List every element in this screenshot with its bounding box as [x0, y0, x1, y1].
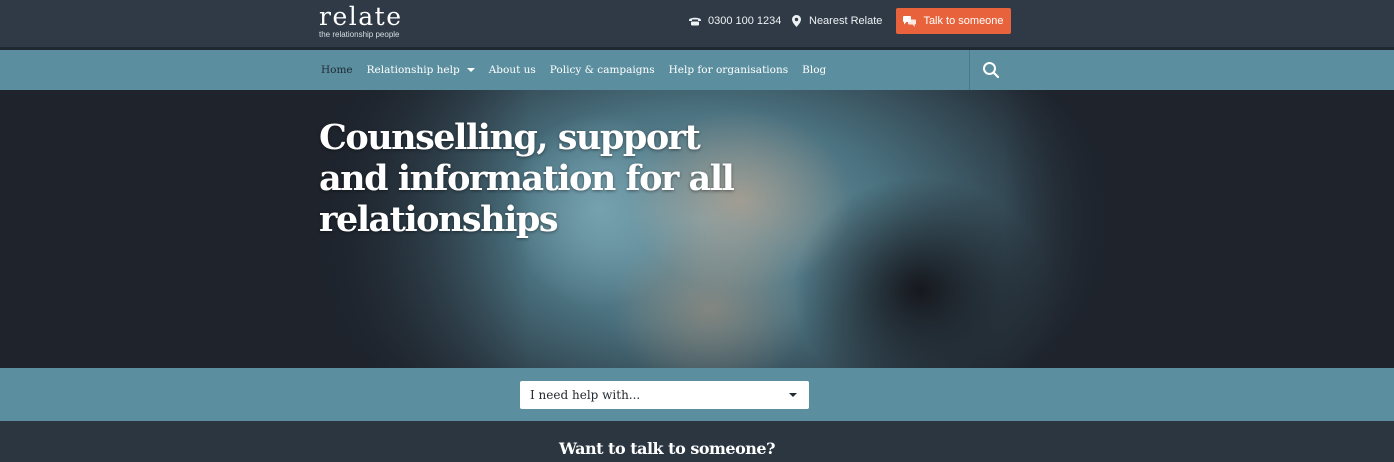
- nav-item-label: Relationship help: [366, 64, 460, 76]
- location-pin-icon: [792, 15, 801, 27]
- main-navigation: Home Relationship help About us Policy &…: [0, 50, 1394, 90]
- nav-item-label: About us: [488, 64, 536, 76]
- logo-wordmark: relate: [319, 2, 403, 31]
- hero-title: Counselling, support and information for…: [319, 117, 735, 240]
- phone-number-text: 0300 100 1234: [708, 15, 782, 27]
- top-bar: relate the relationship people 0300 100 …: [0, 0, 1394, 47]
- chat-bubbles-icon: [903, 15, 917, 27]
- chevron-down-icon: [466, 68, 475, 72]
- help-topic-select[interactable]: I need help with...: [520, 381, 809, 409]
- talk-to-someone-button[interactable]: Talk to someone: [896, 8, 1011, 34]
- nav-divider: [969, 50, 970, 90]
- chevron-down-icon: [789, 393, 797, 397]
- nav-item-label: Home: [321, 64, 353, 76]
- nav-item-home[interactable]: Home: [321, 64, 353, 76]
- phone-icon: [689, 17, 701, 26]
- talk-to-someone-label: Talk to someone: [923, 15, 1004, 27]
- nav-item-help-for-organisations[interactable]: Help for organisations: [669, 64, 789, 76]
- nav-item-label: Help for organisations: [668, 64, 789, 76]
- search-button[interactable]: [982, 61, 1000, 79]
- nearest-relate-link[interactable]: Nearest Relate: [792, 12, 882, 30]
- nav-menu: Home Relationship help About us Policy &…: [321, 50, 840, 90]
- nav-item-blog[interactable]: Blog: [802, 64, 826, 76]
- nav-item-label: Policy & campaigns: [549, 64, 655, 76]
- nav-item-policy-campaigns[interactable]: Policy & campaigns: [550, 64, 655, 76]
- nav-item-relationship-help[interactable]: Relationship help: [367, 64, 475, 76]
- phone-number[interactable]: 0300 100 1234: [688, 12, 781, 30]
- hero-banner: Counselling, support and information for…: [0, 90, 1394, 368]
- nearest-relate-label: Nearest Relate: [809, 15, 883, 27]
- nav-item-about-us[interactable]: About us: [489, 64, 536, 76]
- talk-section: Want to talk to someone?: [0, 421, 1394, 462]
- help-selector-band: I need help with...: [0, 368, 1394, 421]
- relate-logo[interactable]: relate the relationship people: [319, 2, 403, 40]
- help-topic-select-value: I need help with...: [530, 388, 641, 402]
- nav-item-label: Blog: [802, 64, 827, 76]
- search-icon: [983, 62, 1000, 79]
- logo-tagline: the relationship people: [319, 30, 400, 39]
- talk-section-title: Want to talk to someone?: [559, 439, 775, 458]
